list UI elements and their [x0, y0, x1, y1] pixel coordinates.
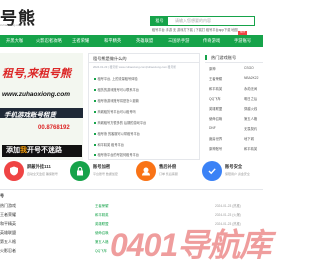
feature-title: 售后补偿: [159, 164, 177, 169]
feature-desc: 保障用户 资金安全: [225, 172, 250, 176]
nav-item[interactable]: 火影忍者攻略: [36, 35, 62, 47]
game-link[interactable]: 英雄联盟: [95, 221, 109, 226]
news-item[interactable]: 商城租赁号平台可以租号吗: [94, 109, 136, 114]
news-item[interactable]: 商城租号方很多的 后期的游戏平台: [94, 120, 147, 125]
hot-game-item[interactable]: DNF: [209, 126, 216, 130]
game-link[interactable]: 王者荣耀: [95, 203, 109, 208]
service-icon: [136, 161, 156, 181]
hot-game-item[interactable]: QQ飞车: [209, 96, 221, 101]
news-item[interactable]: 和平精英 租号平台: [94, 142, 124, 147]
banner-tagline: 手机游戏账号租赁: [4, 112, 56, 119]
banner-cta-suffix: 开号不迷路: [27, 147, 62, 154]
news-item[interactable]: 租号熊游戏账号将是怎么退款: [94, 98, 139, 103]
hot-game-item[interactable]: 魔兽世界: [209, 136, 222, 141]
column-title: 号: [0, 193, 4, 198]
hot-game-item[interactable]: 和平精英: [244, 146, 257, 151]
news-item[interactable]: 租号熊平台的号如何租号平台: [94, 152, 139, 157]
feature-desc: 平台账号 数据加密: [93, 172, 118, 176]
game-link[interactable]: 使命召唤: [95, 230, 109, 235]
category-label[interactable]: 热门游戏: [0, 203, 16, 209]
feature-strip: 屏蔽外挂111 自动全天监控 确保账号 账号加密 平台账号 数据加密 售后补偿 …: [0, 161, 263, 185]
hot-badge: HOT: [238, 31, 247, 35]
feature-desc: 自动全天监控 确保账号: [27, 172, 58, 176]
nav-item[interactable]: 传奇游戏: [203, 35, 220, 47]
news-panel: 租号熊是做什么的 2024-01-23 | 租号熊 www.zuhaoxiong…: [88, 53, 200, 160]
banner-headline: 租号,来租号熊: [2, 68, 72, 80]
date-label: 2024-01-23 (热推): [215, 222, 241, 226]
feature-desc: 订单 售后客服: [159, 172, 178, 176]
nav-item[interactable]: 英雄联盟: [136, 35, 153, 47]
safe-icon: [202, 161, 222, 181]
nav-item[interactable]: 手游账号: [234, 35, 251, 47]
feature-title: 屏蔽外挂111: [27, 164, 51, 169]
banner-phone: 00.8768192: [38, 125, 70, 131]
game-link[interactable]: QQ飞车: [95, 248, 107, 253]
hot-game-item[interactable]: 原神: [209, 66, 216, 71]
hot-game-item[interactable]: 和平精英: [209, 86, 222, 91]
category-label[interactable]: 王者荣耀: [0, 212, 16, 218]
shield-icon: [4, 161, 24, 181]
banner-cta-prefix: 添加: [6, 147, 20, 154]
category-label[interactable]: 火影忍者: [0, 248, 16, 254]
section-divider: [0, 189, 263, 190]
nav-item[interactable]: 开黑大咖: [6, 35, 23, 47]
hot-games-title: 热门游戏账号: [205, 53, 263, 63]
hot-game-item[interactable]: 无畏契约: [244, 126, 257, 131]
hot-game-item[interactable]: 王者荣耀: [209, 76, 222, 81]
hot-game-item[interactable]: 原神账号: [209, 146, 222, 151]
logo-subtext: zuhaoxiong.com: [0, 23, 22, 27]
game-list-section: 号 热门游戏 王者荣耀 和平精英 英雄联盟 第五人格 火影忍者 王者荣耀 和平精…: [0, 193, 263, 258]
banner-cta: 添加我开号不迷路: [2, 145, 82, 157]
feature-item: 账号加密 平台账号 数据加密: [70, 161, 132, 183]
hot-game-item[interactable]: 永劫无间: [244, 86, 257, 91]
feature-title: 账号安全: [225, 164, 243, 169]
search-input[interactable]: 请输入您想要的内容: [175, 18, 211, 24]
hot-game-item[interactable]: CSGO: [244, 66, 254, 70]
hot-games-panel: 热门游戏账号 原神 CSGO 王者荣耀 NBA2K22 和平精英 永劫无间 QQ飞车 明…: [205, 53, 263, 160]
promo-banner[interactable]: 租号,来租号熊 www.zuhaoxiong.com 手机游戏账号租赁 00.8…: [0, 53, 83, 160]
site-logo[interactable]: 号熊 zuhaoxiong.com: [0, 2, 48, 28]
news-subtitle: 2024-01-23 | 租号熊 www.zuhaoxiong.com|zuha…: [93, 65, 177, 69]
hot-game-item[interactable]: 第五人格: [244, 116, 257, 121]
search-bar[interactable]: 租号 请输入您想要的内容: [150, 16, 255, 26]
hot-game-item[interactable]: 地下城: [244, 136, 254, 141]
lock-icon: [70, 161, 90, 181]
hot-game-item[interactable]: 英雄联盟: [209, 106, 222, 111]
banner-cta-highlight: 我: [20, 147, 27, 154]
hot-game-item[interactable]: 穿越火线: [244, 106, 257, 111]
nav-item[interactable]: 三国杀手游: [168, 35, 189, 47]
date-label: 2024-01-23 (热推): [215, 204, 241, 208]
hot-game-item[interactable]: NBA2K22: [244, 76, 258, 80]
feature-title: 账号加密: [93, 164, 111, 169]
nav-item[interactable]: 和平精英: [104, 35, 121, 47]
news-item[interactable]: 租号平台, 上的流量租号体验: [94, 76, 138, 81]
game-link[interactable]: 和平精英: [95, 212, 109, 217]
feature-item: 账号安全 保障用户 资金安全: [202, 161, 262, 183]
feature-item: 屏蔽外挂111 自动全天监控 确保账号: [4, 161, 66, 183]
date-label: 2024-01-23 (火爆): [215, 213, 241, 217]
feature-item: 售后补偿 订单 售后客服: [136, 161, 198, 183]
news-title[interactable]: 租号熊是做什么的: [89, 54, 199, 63]
search-category-button[interactable]: 租号: [151, 17, 168, 25]
banner-url: www.zuhaoxiong.com: [2, 91, 71, 98]
game-link[interactable]: 第五人格: [95, 239, 109, 244]
news-item[interactable]: 租号熊 的客服可以帮租号平台: [94, 131, 140, 136]
news-item[interactable]: 租赁的游戏账号可以联系平台: [94, 87, 139, 92]
category-label[interactable]: 英雄联盟: [0, 230, 16, 236]
category-label[interactable]: 和平精英: [0, 221, 16, 227]
category-label[interactable]: 第五人格: [0, 239, 16, 245]
hot-game-item[interactable]: 明日之后: [244, 96, 257, 101]
hot-game-item[interactable]: 使命召唤: [209, 116, 222, 121]
main-nav: 开黑大咖 火影忍者攻略 王者荣耀 和平精英 英雄联盟 三国杀手游 传奇游戏 手游…: [0, 31, 263, 47]
nav-item[interactable]: 王者荣耀: [72, 35, 89, 47]
